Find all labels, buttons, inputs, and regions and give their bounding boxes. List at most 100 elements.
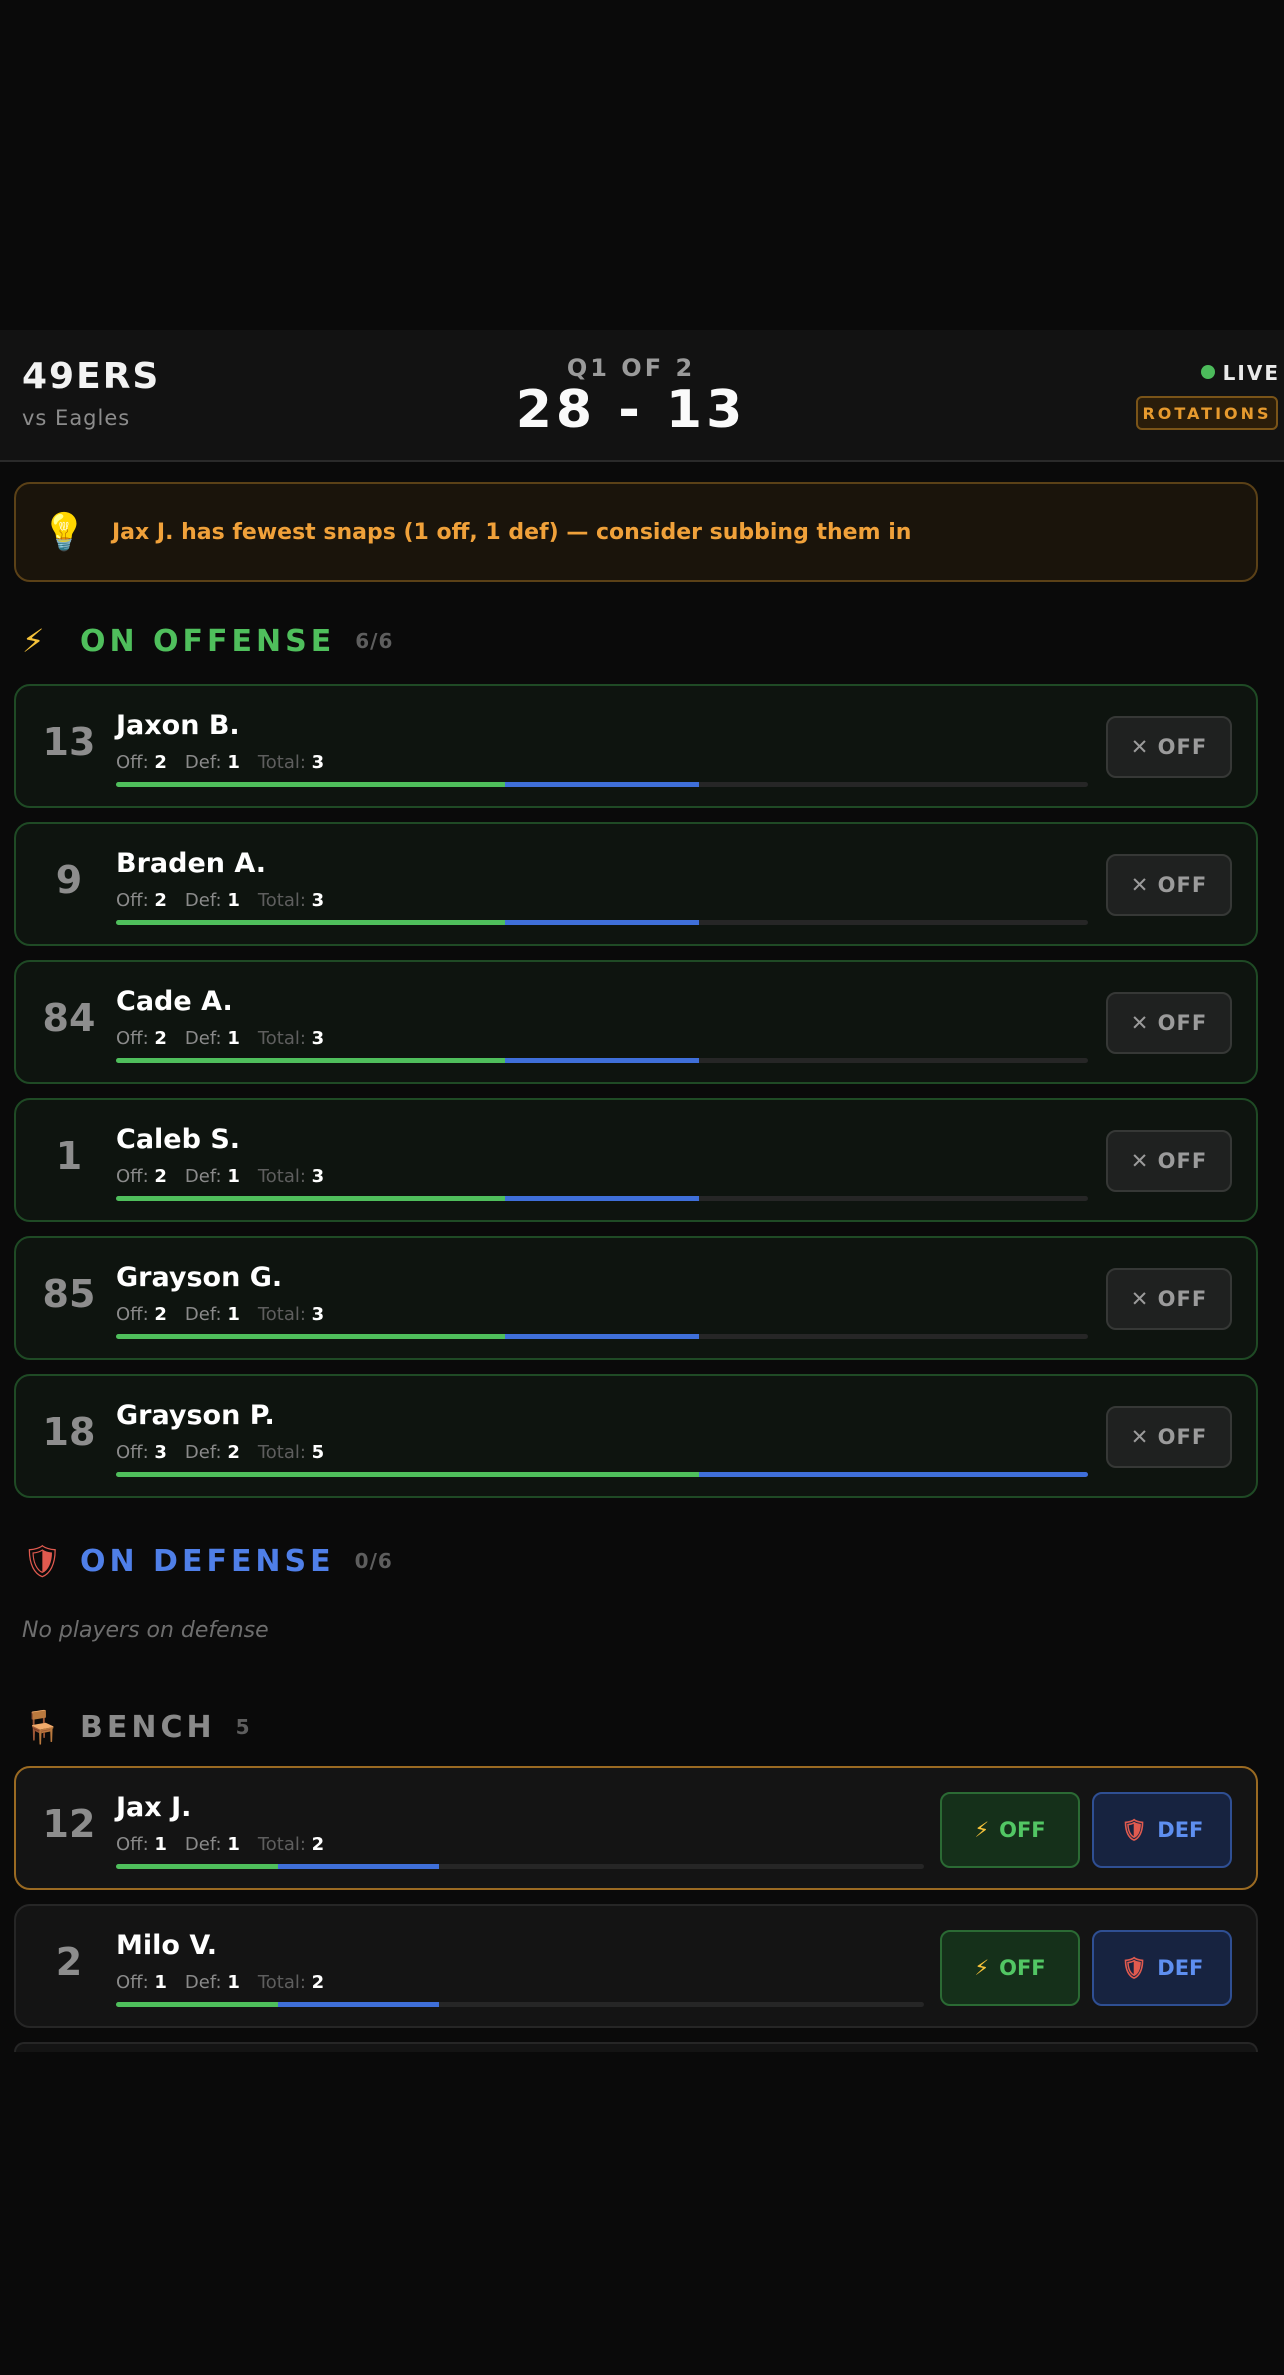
total-label: Total: (257, 752, 312, 773)
def-value: 1 (227, 752, 240, 773)
defense-snap-fill (504, 920, 700, 925)
send-to-defense-label: DEF (1157, 1956, 1204, 1980)
snap-bar (116, 1864, 924, 1869)
defense-snap-fill (504, 1058, 700, 1063)
snap-stats: Off: 1 Def: 1 Total: 2 (116, 1972, 324, 1993)
off-value: 1 (154, 1972, 167, 1993)
off-label: Off: (116, 1834, 155, 1855)
jersey-number: 2 (55, 1940, 83, 1984)
player-name: Grayson P. (116, 1400, 275, 1431)
jersey-number: 84 (42, 996, 96, 1040)
offense-snap-fill (116, 1472, 700, 1477)
defense-title: ON DEFENSE (80, 1543, 335, 1579)
total-value: 3 (311, 1166, 325, 1187)
send-to-defense-label: DEF (1157, 1818, 1204, 1842)
top-spacer (0, 0, 1284, 330)
shield-icon: 🛡 (1120, 1955, 1148, 1980)
shield-icon: 🛡 (1120, 1817, 1148, 1842)
player-name: Braden A. (116, 848, 267, 879)
send-to-defense-button[interactable]: 🛡 DEF (1092, 1792, 1232, 1868)
player-name: Grayson G. (116, 1262, 283, 1293)
player-name: Milo V. (116, 1930, 217, 1961)
off-label: Off: (116, 1442, 155, 1463)
lightning-icon: ⚡ (974, 1818, 990, 1842)
snap-stats: Off: 2 Def: 1 Total: 3 (116, 1166, 324, 1187)
offense-snap-fill (116, 1196, 505, 1201)
offense-player-card: 9 Braden A. Off: 2 Def: 1 Total: 3 ✕ OFF (14, 822, 1258, 946)
offense-player-card: 84 Cade A. Off: 2 Def: 1 Total: 3 ✕ OFF (14, 960, 1258, 1084)
send-to-offense-button[interactable]: ⚡ OFF (940, 1930, 1080, 2006)
lightning-icon: ⚡ (974, 1956, 990, 1980)
lightning-icon: ⚡ (22, 622, 45, 660)
total-value: 3 (311, 1028, 325, 1049)
live-dot-icon (1200, 365, 1215, 379)
total-value: 2 (311, 1834, 325, 1855)
off-label: Off: (116, 1972, 155, 1993)
defense-snap-fill (504, 1334, 700, 1339)
offense-player-card: 85 Grayson G. Off: 2 Def: 1 Total: 3 ✕ OFF (14, 1236, 1258, 1360)
offense-snap-fill (116, 2002, 278, 2007)
offense-count: 6/6 (355, 629, 394, 653)
off-value: 1 (154, 1834, 167, 1855)
remove-from-offense-button[interactable]: ✕ OFF (1106, 716, 1232, 778)
total-value: 5 (311, 1442, 325, 1463)
remove-from-offense-button[interactable]: ✕ OFF (1106, 1130, 1232, 1192)
snap-bar (116, 2002, 924, 2007)
offense-title: ON OFFENSE (80, 623, 336, 659)
live-label: LIVE (1222, 361, 1280, 385)
jersey-number: 13 (42, 720, 96, 764)
suggestion-banner: 💡 Jax J. has fewest snaps (1 off, 1 def)… (14, 482, 1258, 582)
def-label: Def: (184, 752, 228, 773)
snap-stats: Off: 2 Def: 1 Total: 3 (116, 890, 324, 911)
jersey-number: 9 (55, 858, 83, 902)
snap-bar (116, 1058, 1088, 1063)
def-label: Def: (184, 1304, 228, 1325)
total-label: Total: (257, 1972, 312, 1993)
snap-bar (116, 1196, 1088, 1201)
def-value: 1 (227, 1834, 240, 1855)
snap-stats: Off: 2 Def: 1 Total: 3 (116, 1304, 324, 1325)
defense-empty-text: No players on defense (22, 1618, 269, 1643)
off-label: Off: (116, 1304, 155, 1325)
off-value: 2 (154, 752, 167, 773)
remove-from-offense-button[interactable]: ✕ OFF (1106, 992, 1232, 1054)
snap-stats: Off: 1 Def: 1 Total: 2 (116, 1834, 324, 1855)
rotations-button[interactable]: ROTATIONS (1136, 396, 1278, 430)
remove-from-offense-button[interactable]: ✕ OFF (1106, 854, 1232, 916)
defense-section-header: 🛡 ON DEFENSE 0/6 (22, 1542, 393, 1580)
game-header: 49ERS vs Eagles Q1 OF 2 28 - 13 LIVE ROT… (0, 330, 1284, 462)
off-value: 2 (154, 1166, 167, 1187)
defense-snap-fill (277, 2002, 440, 2007)
jersey-number: 1 (55, 1134, 83, 1178)
def-value: 1 (227, 1972, 240, 1993)
offense-section-header: ⚡ ON OFFENSE 6/6 (22, 622, 393, 660)
def-label: Def: (184, 890, 228, 911)
bench-player-card: 2 Milo V. Off: 1 Def: 1 Total: 2 ⚡ OFF 🛡 DEF (14, 1904, 1258, 2028)
total-label: Total: (257, 1166, 312, 1187)
snap-stats: Off: 3 Def: 2 Total: 5 (116, 1442, 324, 1463)
send-to-defense-button[interactable]: 🛡 DEF (1092, 1930, 1232, 2006)
total-value: 3 (311, 1304, 325, 1325)
score: 28 - 13 (515, 380, 747, 440)
offense-snap-fill (116, 1334, 505, 1339)
offense-player-card: 1 Caleb S. Off: 2 Def: 1 Total: 3 ✕ OFF (14, 1098, 1258, 1222)
send-to-offense-button[interactable]: ⚡ OFF (940, 1792, 1080, 1868)
def-value: 1 (227, 890, 240, 911)
def-value: 1 (227, 1028, 240, 1049)
quarter-label: Q1 OF 2 (566, 354, 696, 382)
send-to-offense-label: OFF (999, 1818, 1046, 1842)
send-to-offense-label: OFF (999, 1956, 1046, 1980)
total-label: Total: (257, 1304, 312, 1325)
off-value: 2 (154, 1304, 167, 1325)
remove-from-offense-button[interactable]: ✕ OFF (1106, 1268, 1232, 1330)
offense-snap-fill (116, 1058, 505, 1063)
lightbulb-icon: 💡 (41, 512, 87, 553)
bench-title: BENCH (80, 1709, 216, 1745)
player-name: Cade A. (116, 986, 233, 1017)
off-value: 2 (154, 890, 167, 911)
total-value: 3 (311, 752, 325, 773)
remove-from-offense-button[interactable]: ✕ OFF (1106, 1406, 1232, 1468)
bench-card-partial (14, 2042, 1258, 2052)
jersey-number: 12 (42, 1802, 96, 1846)
total-value: 3 (311, 890, 325, 911)
